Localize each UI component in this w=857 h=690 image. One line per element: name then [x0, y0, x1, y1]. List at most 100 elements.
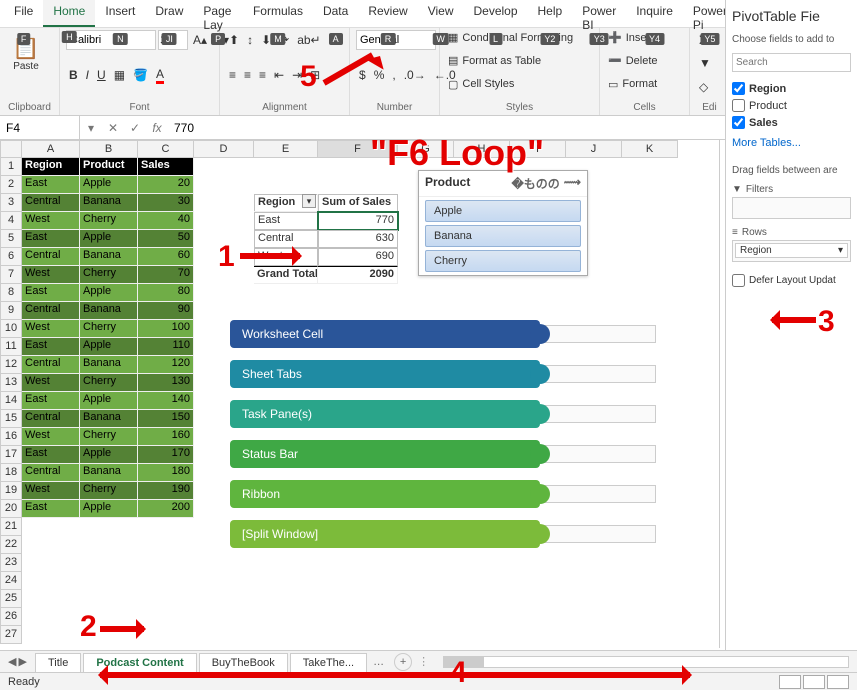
- align-right-icon[interactable]: ≡: [256, 65, 269, 85]
- row-header[interactable]: 20: [0, 500, 22, 518]
- comma-icon[interactable]: ,: [389, 65, 398, 85]
- cell[interactable]: 20: [138, 176, 194, 194]
- normal-view-button[interactable]: [779, 675, 801, 689]
- cell[interactable]: 130: [138, 374, 194, 392]
- cell[interactable]: East: [22, 338, 80, 356]
- wrap-text-icon[interactable]: ab↵: [294, 30, 323, 50]
- enter-formula-icon[interactable]: ✓: [124, 121, 146, 135]
- align-center-icon[interactable]: ≡: [241, 65, 254, 85]
- cell[interactable]: 100: [138, 320, 194, 338]
- cell[interactable]: 110: [138, 338, 194, 356]
- sheet-nav-prev-icon[interactable]: ◀: [8, 655, 16, 668]
- cell[interactable]: 120: [138, 356, 194, 374]
- filters-drop-zone[interactable]: [732, 197, 851, 219]
- cell[interactable]: Cherry: [80, 212, 138, 230]
- cell[interactable]: Banana: [80, 356, 138, 374]
- increase-font-icon[interactable]: A▴: [190, 30, 210, 50]
- cell[interactable]: East: [22, 500, 80, 518]
- cell[interactable]: 690: [318, 248, 398, 266]
- cell[interactable]: 170: [138, 446, 194, 464]
- format-cells-button[interactable]: ▭Format: [606, 77, 683, 92]
- slicer-item[interactable]: Apple: [425, 200, 581, 222]
- row-header[interactable]: 13: [0, 374, 22, 392]
- align-middle-icon[interactable]: ↕: [244, 30, 256, 50]
- page-layout-view-button[interactable]: [803, 675, 825, 689]
- more-tables-link[interactable]: More Tables...: [732, 137, 851, 149]
- row-header[interactable]: 14: [0, 392, 22, 410]
- pivot-field-product[interactable]: Product: [732, 97, 851, 114]
- conditional-formatting-button[interactable]: ▦Conditional Formatting: [446, 30, 593, 45]
- cell[interactable]: Central: [22, 464, 80, 482]
- row-header[interactable]: 18: [0, 464, 22, 482]
- field-search-input[interactable]: [732, 53, 851, 72]
- pivot-field-sales[interactable]: Sales: [732, 114, 851, 131]
- cell[interactable]: West: [22, 428, 80, 446]
- more-sheets-icon[interactable]: …: [373, 656, 384, 668]
- cell[interactable]: Banana: [80, 194, 138, 212]
- row-header[interactable]: 24: [0, 572, 22, 590]
- column-header[interactable]: B: [80, 140, 138, 158]
- cell[interactable]: 40: [138, 212, 194, 230]
- cell[interactable]: Central: [22, 356, 80, 374]
- cell[interactable]: Central: [22, 194, 80, 212]
- ribbon-tab-develop[interactable]: DevelopL: [463, 0, 527, 27]
- fill-icon[interactable]: ▼: [696, 53, 714, 73]
- row-header[interactable]: 26: [0, 608, 22, 626]
- row-header[interactable]: 12: [0, 356, 22, 374]
- rows-drop-zone[interactable]: Region▾: [732, 240, 851, 262]
- row-header[interactable]: 5: [0, 230, 22, 248]
- cell[interactable]: 90: [138, 302, 194, 320]
- cell[interactable]: 2090: [318, 266, 398, 284]
- name-box-dropdown-icon[interactable]: ▾: [80, 121, 102, 135]
- row-header[interactable]: 6: [0, 248, 22, 266]
- ribbon-tab-formulas[interactable]: FormulasM: [243, 0, 313, 27]
- ribbon-tab-review[interactable]: ReviewR: [358, 0, 417, 27]
- cell[interactable]: Apple: [80, 446, 138, 464]
- pivot-filter-dropdown-icon[interactable]: ▾: [302, 194, 316, 208]
- row-header[interactable]: 23: [0, 554, 22, 572]
- ribbon-tab-data[interactable]: DataA: [313, 0, 358, 27]
- sheet-nav-next-icon[interactable]: ▶: [18, 655, 26, 668]
- cell-styles-button[interactable]: ▢Cell Styles: [446, 77, 593, 92]
- ribbon-tab-power-bi[interactable]: Power BIY3: [572, 0, 626, 27]
- align-top-icon[interactable]: ⬆: [226, 30, 242, 50]
- row-header[interactable]: 19: [0, 482, 22, 500]
- row-header[interactable]: 15: [0, 410, 22, 428]
- cell[interactable]: 70: [138, 266, 194, 284]
- slicer-item[interactable]: Cherry: [425, 250, 581, 272]
- defer-layout-checkbox[interactable]: Defer Layout Updat: [732, 274, 851, 287]
- add-sheet-button[interactable]: +: [394, 653, 412, 671]
- cell[interactable]: 190: [138, 482, 194, 500]
- cell[interactable]: Central: [22, 302, 80, 320]
- format-as-table-button[interactable]: ▤Format as Table: [446, 53, 593, 68]
- clear-icon[interactable]: ◇: [696, 77, 711, 97]
- delete-cells-button[interactable]: ➖Delete: [606, 53, 683, 68]
- cell[interactable]: East: [22, 446, 80, 464]
- cell[interactable]: Apple: [80, 284, 138, 302]
- sheet-tab[interactable]: TakeThe...: [290, 653, 367, 673]
- cell[interactable]: 200: [138, 500, 194, 518]
- row-header[interactable]: 7: [0, 266, 22, 284]
- cell[interactable]: East: [22, 230, 80, 248]
- cell[interactable]: Banana: [80, 464, 138, 482]
- column-header[interactable]: J: [566, 140, 622, 158]
- cell[interactable]: 50: [138, 230, 194, 248]
- cell[interactable]: Apple: [80, 338, 138, 356]
- cell[interactable]: West: [22, 374, 80, 392]
- cell[interactable]: East: [22, 392, 80, 410]
- ribbon-tab-page-lay[interactable]: Page LayP: [193, 0, 243, 27]
- chevron-down-icon[interactable]: ▾: [838, 245, 843, 256]
- cell[interactable]: East: [254, 212, 318, 230]
- cell[interactable]: East: [22, 176, 80, 194]
- product-slicer[interactable]: Product �ものの ⟿ AppleBananaCherry: [418, 170, 588, 276]
- field-checkbox[interactable]: [732, 99, 745, 112]
- field-checkbox[interactable]: [732, 82, 745, 95]
- cell[interactable]: Product: [80, 158, 138, 176]
- number-format-combo[interactable]: [356, 30, 436, 50]
- cell[interactable]: West: [22, 482, 80, 500]
- row-header[interactable]: 25: [0, 590, 22, 608]
- page-break-view-button[interactable]: [827, 675, 849, 689]
- horizontal-scrollbar[interactable]: [443, 656, 849, 668]
- ribbon-tab-help[interactable]: HelpY2: [528, 0, 573, 27]
- cell[interactable]: Sales: [138, 158, 194, 176]
